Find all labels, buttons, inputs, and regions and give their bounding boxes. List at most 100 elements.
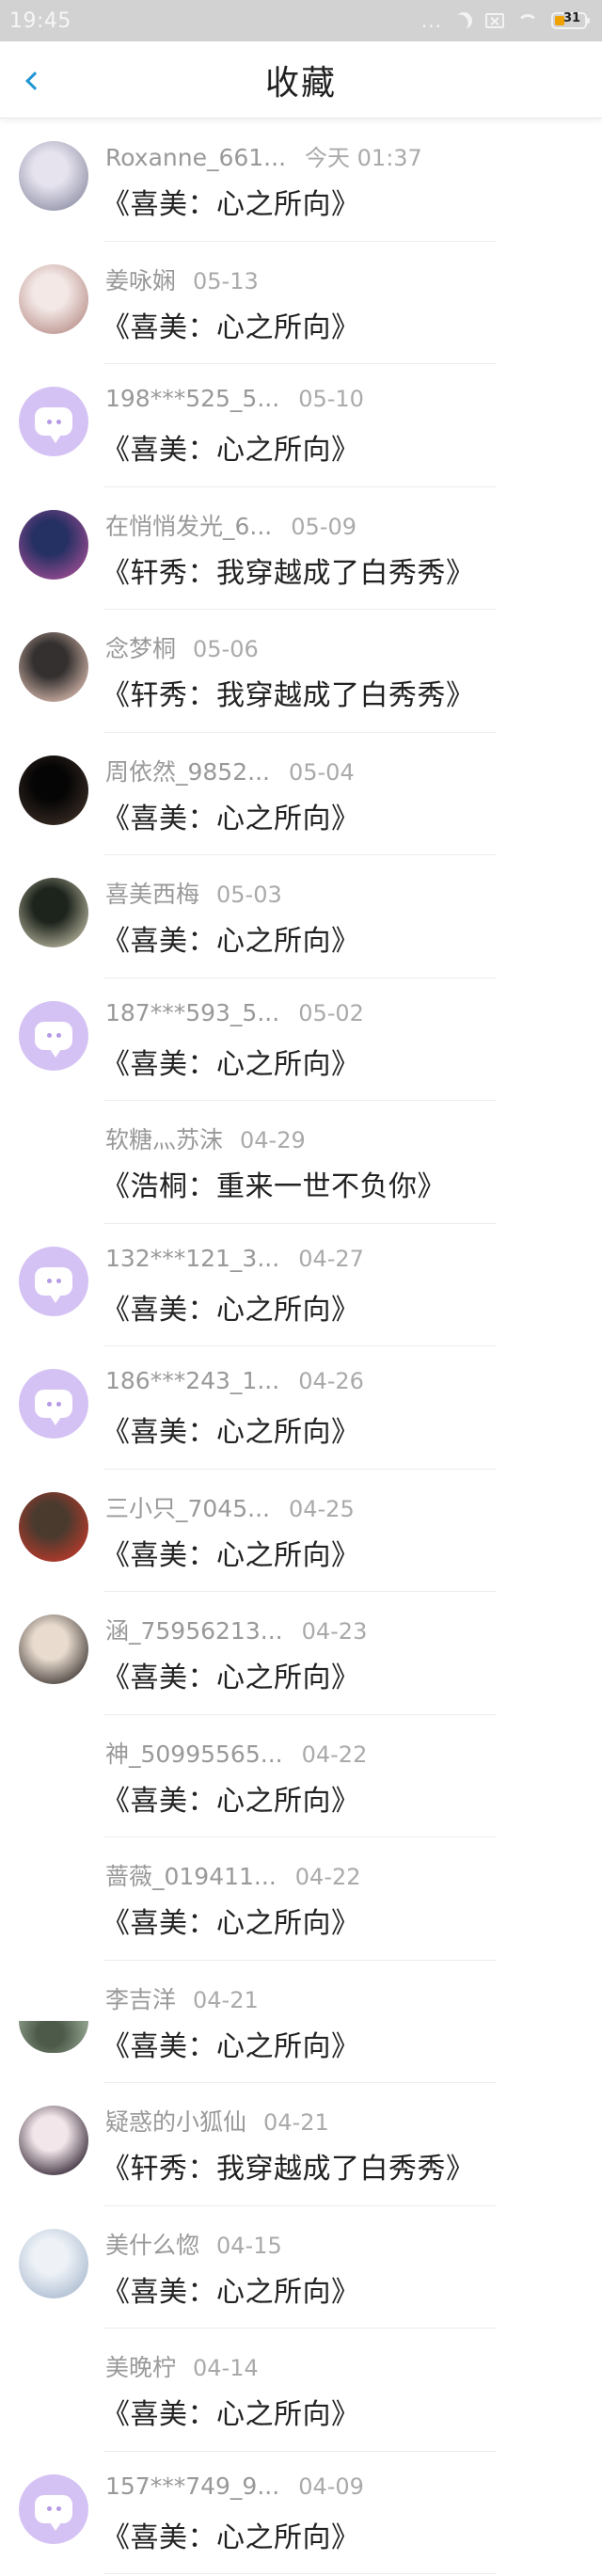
chat-dot	[55, 2506, 61, 2511]
avatar[interactable]	[19, 2228, 88, 2298]
list-item[interactable]: 蔷薇_019411... 04-22 《喜美：心之所向》	[0, 1837, 602, 1961]
status-bar: 19:45 ... 31	[0, 0, 602, 41]
list-item[interactable]: 美晚柠 04-14 《喜美：心之所向》	[0, 2329, 602, 2452]
book-title[interactable]: 《喜美：心之所向》	[102, 2391, 360, 2432]
book-title[interactable]: 《喜美：心之所向》	[102, 1408, 360, 1450]
avatar[interactable]	[19, 1491, 88, 1562]
avatar[interactable]	[19, 2020, 88, 2053]
user-name[interactable]: Roxanne_661...	[105, 144, 286, 171]
user-name[interactable]: 美什么惚	[105, 2227, 199, 2261]
list-item[interactable]: Roxanne_661... 今天 01:37 《喜美：心之所向》	[0, 119, 602, 242]
list-item[interactable]: 疑惑的小狐仙 04-21 《轩秀：我穿越成了白秀秀》	[0, 2083, 602, 2206]
book-title[interactable]: 《轩秀：我穿越成了白秀秀》	[102, 549, 475, 591]
list-item[interactable]: 神_50995565... 04-22 《喜美：心之所向》	[0, 1715, 602, 1837]
user-name[interactable]: 132***121_3...	[105, 1245, 279, 1272]
list-item[interactable]: 涵_75956213... 04-23 《喜美：心之所向》	[0, 1592, 602, 1715]
book-title[interactable]: 《喜美：心之所向》	[102, 181, 360, 222]
list-item[interactable]: 132***121_3... 04-27 《喜美：心之所向》	[0, 1224, 602, 1346]
item-meta: 132***121_3... 04-27	[105, 1245, 364, 1272]
book-title[interactable]: 《喜美：心之所向》	[102, 1286, 360, 1328]
list-item[interactable]: 喜美西梅 05-03 《喜美：心之所向》	[0, 855, 602, 978]
user-name[interactable]: 涵_75956213...	[105, 1613, 283, 1646]
item-meta: 姜咏娴 05-13	[105, 262, 259, 296]
book-title[interactable]: 《喜美：心之所向》	[102, 1041, 360, 1082]
user-name[interactable]: 念梦桐	[105, 630, 176, 664]
chat-dot	[46, 419, 52, 424]
avatar[interactable]	[19, 755, 88, 825]
avatar-empty[interactable]	[19, 1860, 88, 1930]
chat-dot	[55, 1279, 61, 1283]
list-item[interactable]: 李吉洋 04-21 《喜美：心之所向》	[0, 1961, 602, 2083]
book-title[interactable]: 《喜美：心之所向》	[102, 917, 360, 959]
user-name[interactable]: 疑惑的小狐仙	[105, 2104, 246, 2138]
user-name[interactable]: 186***243_1...	[105, 1367, 279, 1394]
item-meta: 187***593_5... 05-02	[105, 999, 364, 1026]
book-title[interactable]: 《轩秀：我穿越成了白秀秀》	[102, 672, 475, 713]
chevron-left-icon	[25, 72, 44, 90]
list-item[interactable]: 在悄悄发光_6... 05-09 《轩秀：我穿越成了白秀秀》	[0, 487, 602, 610]
default-avatar[interactable]	[19, 1246, 88, 1316]
user-name[interactable]: 蔷薇_019411...	[105, 1858, 277, 1892]
default-avatar[interactable]	[19, 387, 88, 456]
user-name[interactable]: 美晚柠	[105, 2349, 176, 2383]
book-title[interactable]: 《喜美：心之所向》	[102, 795, 360, 836]
user-name[interactable]: 在悄悄发光_6...	[105, 508, 272, 542]
back-button[interactable]	[13, 62, 51, 100]
book-title[interactable]: 《喜美：心之所向》	[102, 426, 360, 468]
list-item[interactable]: 157***749_9... 04-09 《喜美：心之所向》	[0, 2452, 602, 2574]
default-avatar[interactable]	[19, 2473, 88, 2544]
user-name[interactable]: 周依然_9852...	[105, 754, 270, 787]
user-name[interactable]: 157***749_9...	[105, 2473, 279, 2500]
item-meta: 美什么惚 04-15	[105, 2227, 282, 2261]
list-item[interactable]: 周依然_9852... 05-04 《喜美：心之所向》	[0, 733, 602, 855]
avatar[interactable]	[19, 878, 88, 947]
book-title[interactable]: 《喜美：心之所向》	[102, 1777, 360, 1819]
list-item[interactable]: 美什么惚 04-15 《喜美：心之所向》	[0, 2206, 602, 2329]
list-item[interactable]: 姜咏娴 05-13 《喜美：心之所向》	[0, 242, 602, 364]
chat-bubble-icon	[35, 407, 72, 443]
list-item[interactable]: 念梦桐 05-06 《轩秀：我穿越成了白秀秀》	[0, 610, 602, 733]
user-name[interactable]: 198***525_5...	[105, 385, 279, 412]
timestamp: 05-06	[193, 636, 259, 662]
user-name[interactable]: 软糖灬苏沫	[105, 1121, 223, 1155]
book-title[interactable]: 《喜美：心之所向》	[102, 2268, 360, 2310]
book-title[interactable]: 《喜美：心之所向》	[102, 1532, 360, 1573]
avatar-empty[interactable]	[19, 1123, 88, 1193]
item-meta: 157***749_9... 04-09	[105, 2473, 364, 2500]
list-item[interactable]: 186***243_1... 04-26 《喜美：心之所向》	[0, 1346, 602, 1470]
user-name[interactable]: 喜美西梅	[105, 876, 199, 910]
book-title[interactable]: 《轩秀：我穿越成了白秀秀》	[102, 2145, 475, 2186]
timestamp: 04-25	[288, 1495, 355, 1522]
book-title[interactable]: 《喜美：心之所向》	[102, 2514, 360, 2555]
item-meta: Roxanne_661... 今天 01:37	[105, 139, 422, 172]
user-name[interactable]: 三小只_7045...	[105, 1490, 270, 1524]
default-avatar[interactable]	[19, 1369, 88, 1439]
list-item[interactable]: 软糖灬苏沫 04-29 《浩桐：重来一世不负你》	[0, 1101, 602, 1224]
avatar-empty[interactable]	[19, 1738, 88, 1807]
user-name[interactable]: 187***593_5...	[105, 999, 279, 1026]
timestamp: 05-10	[298, 386, 364, 412]
list-item[interactable]: 三小只_7045... 04-25 《喜美：心之所向》	[0, 1470, 602, 1592]
avatar[interactable]	[19, 632, 88, 702]
avatar[interactable]	[19, 509, 88, 580]
timestamp: 04-22	[301, 1741, 368, 1768]
book-title[interactable]: 《喜美：心之所向》	[102, 304, 360, 345]
list-item[interactable]: 187***593_5... 05-02 《喜美：心之所向》	[0, 978, 602, 1101]
avatar[interactable]	[19, 1614, 88, 1684]
status-icons: ... 31	[421, 9, 590, 32]
list-item[interactable]: 198***525_5... 05-10 《喜美：心之所向》	[0, 364, 602, 487]
default-avatar[interactable]	[19, 1000, 88, 1071]
user-name[interactable]: 神_50995565...	[105, 1736, 283, 1770]
item-meta: 神_50995565... 04-22	[105, 1736, 367, 1770]
avatar[interactable]	[19, 263, 88, 334]
item-meta: 喜美西梅 05-03	[105, 876, 282, 910]
book-title[interactable]: 《喜美：心之所向》	[102, 2023, 360, 2064]
book-title[interactable]: 《喜美：心之所向》	[102, 1900, 360, 1941]
avatar-empty[interactable]	[19, 2351, 88, 2421]
book-title[interactable]: 《喜美：心之所向》	[102, 1654, 360, 1695]
user-name[interactable]: 李吉洋	[105, 1981, 176, 2015]
book-title[interactable]: 《浩桐：重来一世不负你》	[102, 1163, 446, 1204]
avatar[interactable]	[19, 141, 88, 211]
avatar[interactable]	[19, 2106, 88, 2175]
user-name[interactable]: 姜咏娴	[105, 262, 176, 296]
